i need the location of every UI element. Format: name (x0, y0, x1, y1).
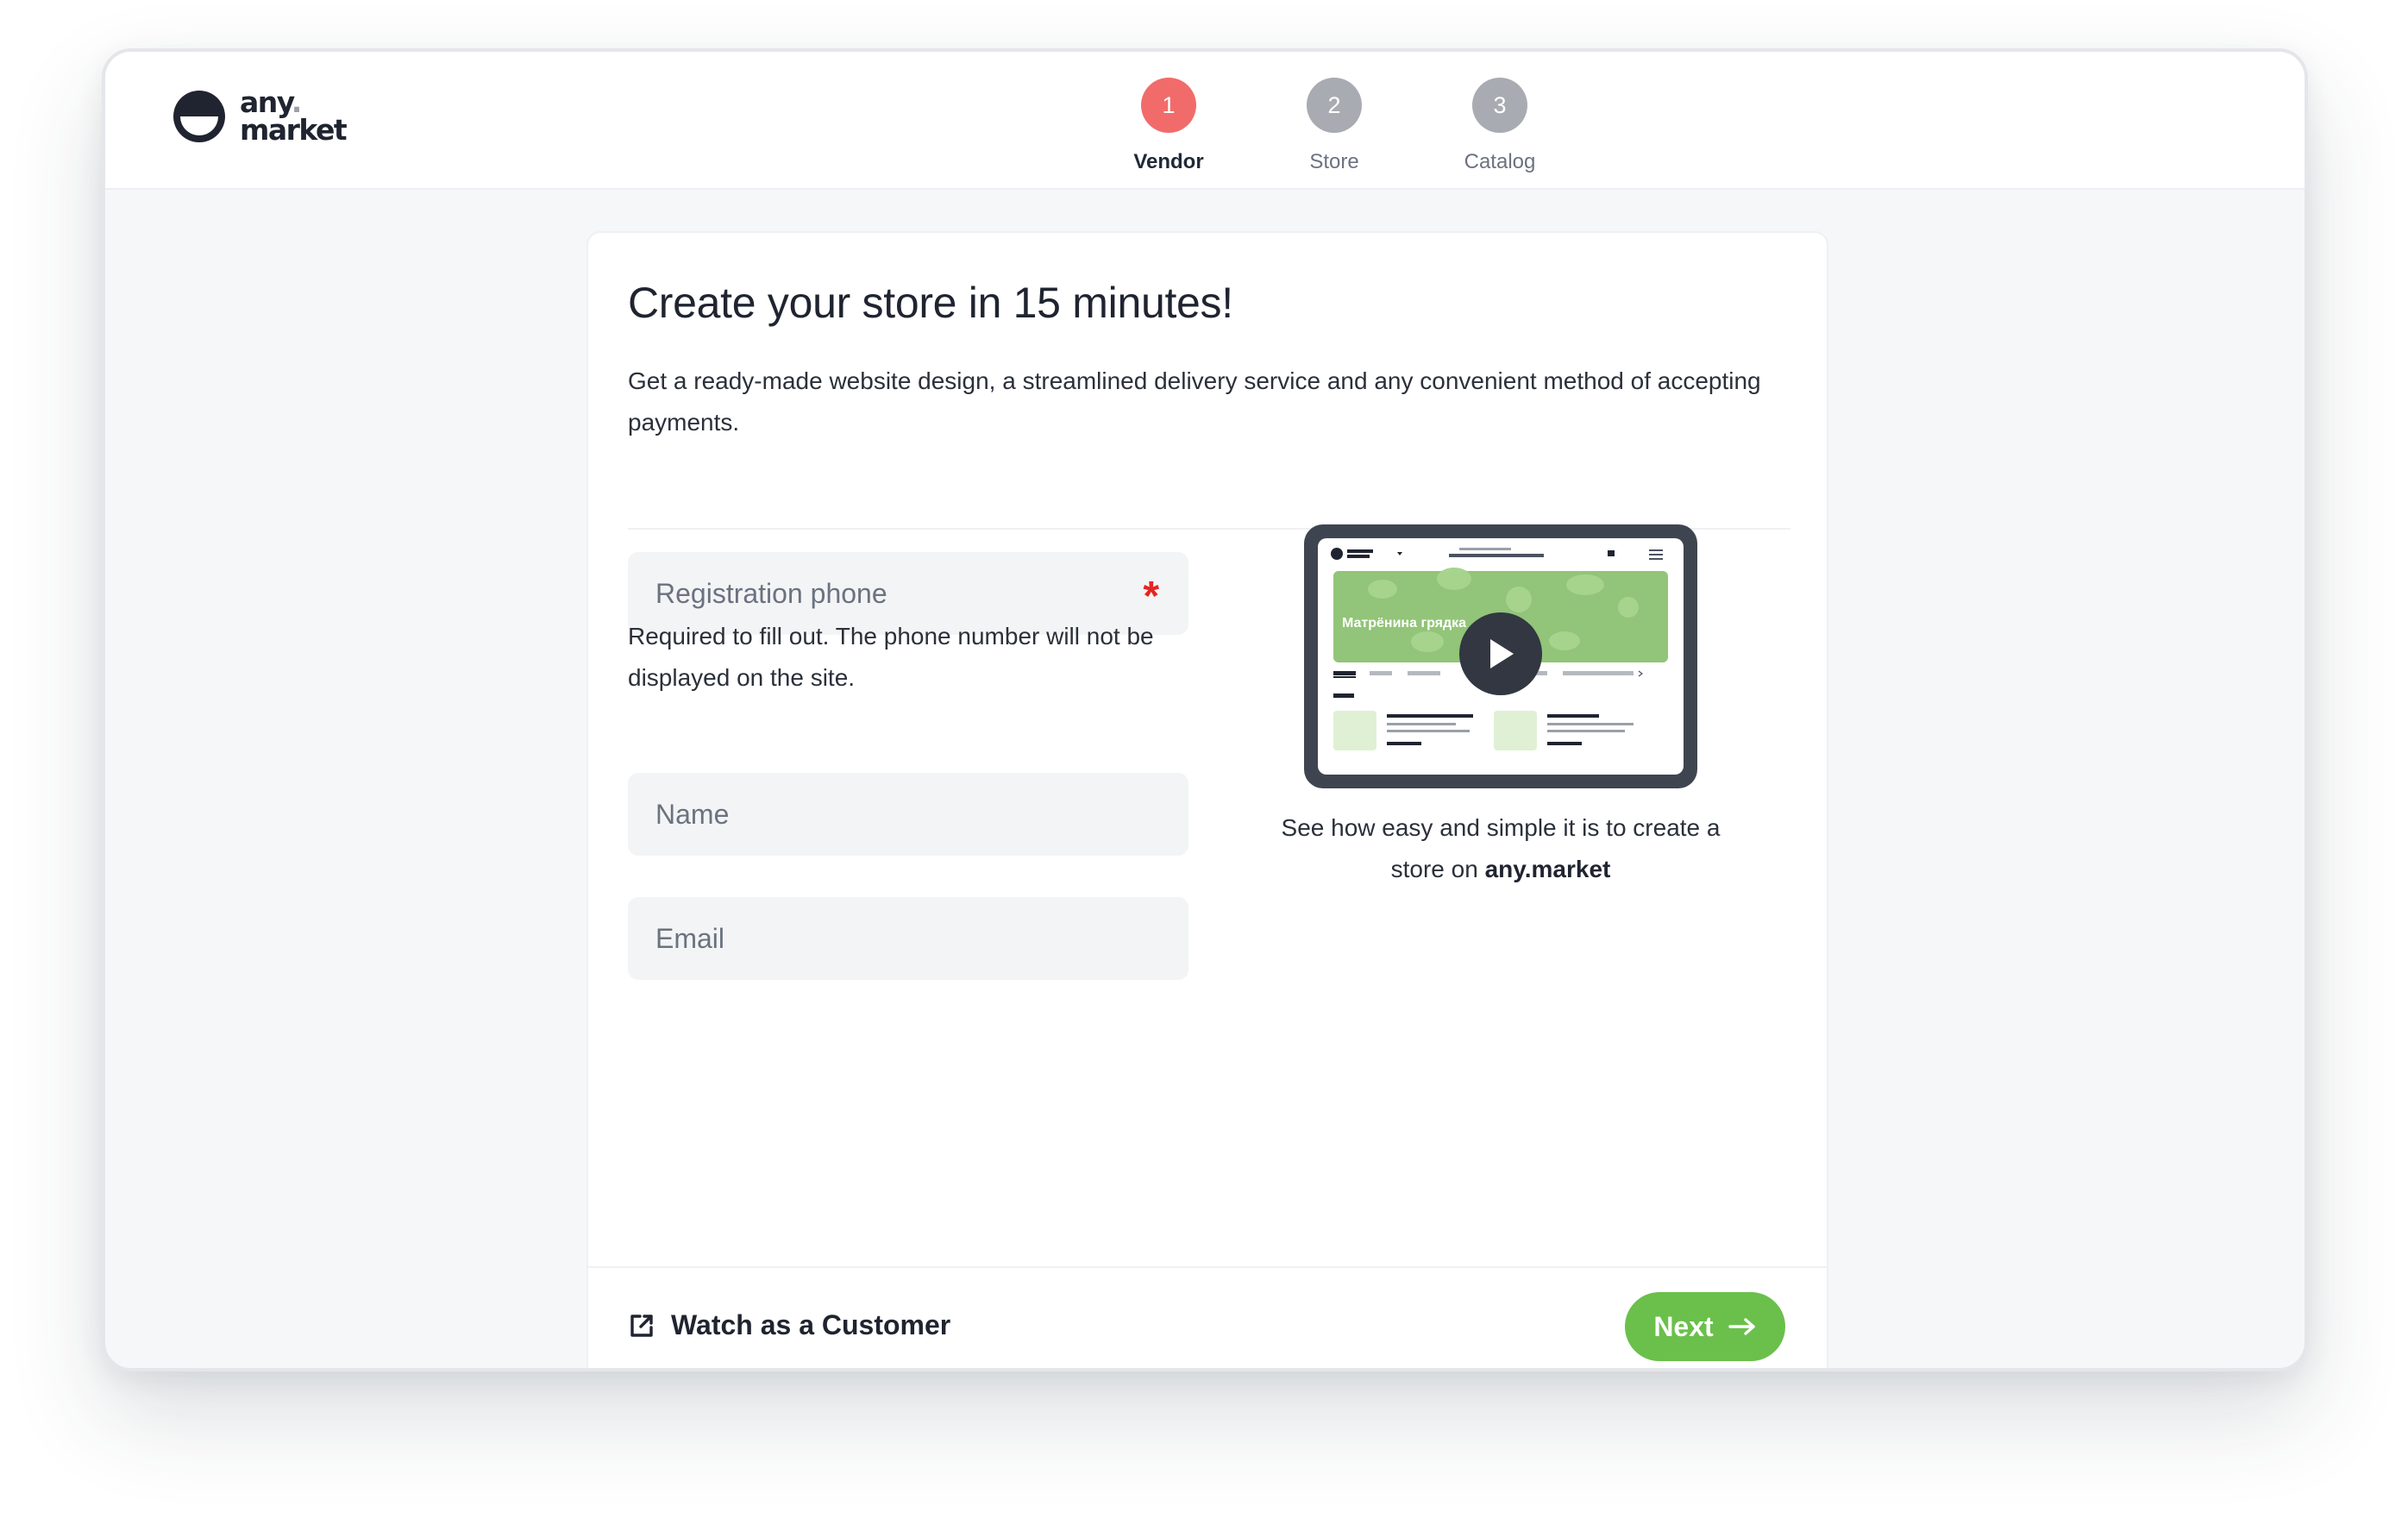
step-number: 3 (1472, 78, 1527, 133)
logo[interactable]: any. market (171, 85, 348, 147)
email-field[interactable] (628, 897, 1188, 980)
phone-input[interactable] (655, 577, 1121, 610)
name-field[interactable] (628, 773, 1188, 856)
preview-store-title: Матрёнина грядка (1342, 616, 1467, 631)
step-number: 1 (1141, 78, 1196, 133)
step-label: Vendor (1133, 150, 1204, 173)
name-input[interactable] (655, 798, 1121, 831)
play-button[interactable] (1459, 612, 1542, 695)
video-preview[interactable]: Матрёнина грядка (1304, 524, 1697, 788)
step-label: Catalog (1464, 150, 1536, 173)
next-label: Next (1653, 1310, 1714, 1342)
page-title: Create your store in 15 minutes! (628, 279, 1233, 327)
external-link-icon (630, 1314, 653, 1337)
video-caption-brand: any.market (1484, 856, 1611, 882)
arrow-right-icon (1728, 1318, 1755, 1335)
preview-header-icon (1331, 548, 1663, 560)
video-caption: See how easy and simple it is to create … (1252, 807, 1749, 890)
step-number: 2 (1307, 78, 1362, 133)
email-input[interactable] (655, 922, 1121, 955)
preview-products-icon (1333, 693, 1634, 750)
watch-label: Watch as a Customer (671, 1309, 951, 1340)
logo-text: any. market (240, 85, 348, 147)
phone-hint: Required to fill out. The phone number w… (628, 623, 1154, 691)
next-button[interactable]: Next (1625, 1292, 1785, 1361)
step-catalog[interactable]: 3 Catalog (1431, 78, 1569, 174)
step-vendor[interactable]: 1 Vendor (1100, 78, 1238, 174)
top-bar: any. market 1 Vendor 2 Store 3 Catalog (105, 52, 2305, 190)
logo-text-bottom: market (240, 113, 348, 147)
registration-card: Create your store in 15 minutes! Get a r… (586, 231, 1828, 1368)
browser-window: any. market 1 Vendor 2 Store 3 Catalog C… (102, 48, 2308, 1371)
card-footer: Watch as a Customer Next (588, 1266, 1827, 1368)
step-label: Store (1309, 150, 1359, 173)
step-store[interactable]: 2 Store (1265, 78, 1403, 174)
required-asterisk: * (1143, 574, 1159, 619)
intro-text: Get a ready-made website design, a strea… (628, 367, 1761, 436)
logo-smile-icon (173, 91, 225, 142)
watch-as-customer-link[interactable]: Watch as a Customer (628, 1309, 950, 1341)
play-icon (1490, 639, 1514, 668)
